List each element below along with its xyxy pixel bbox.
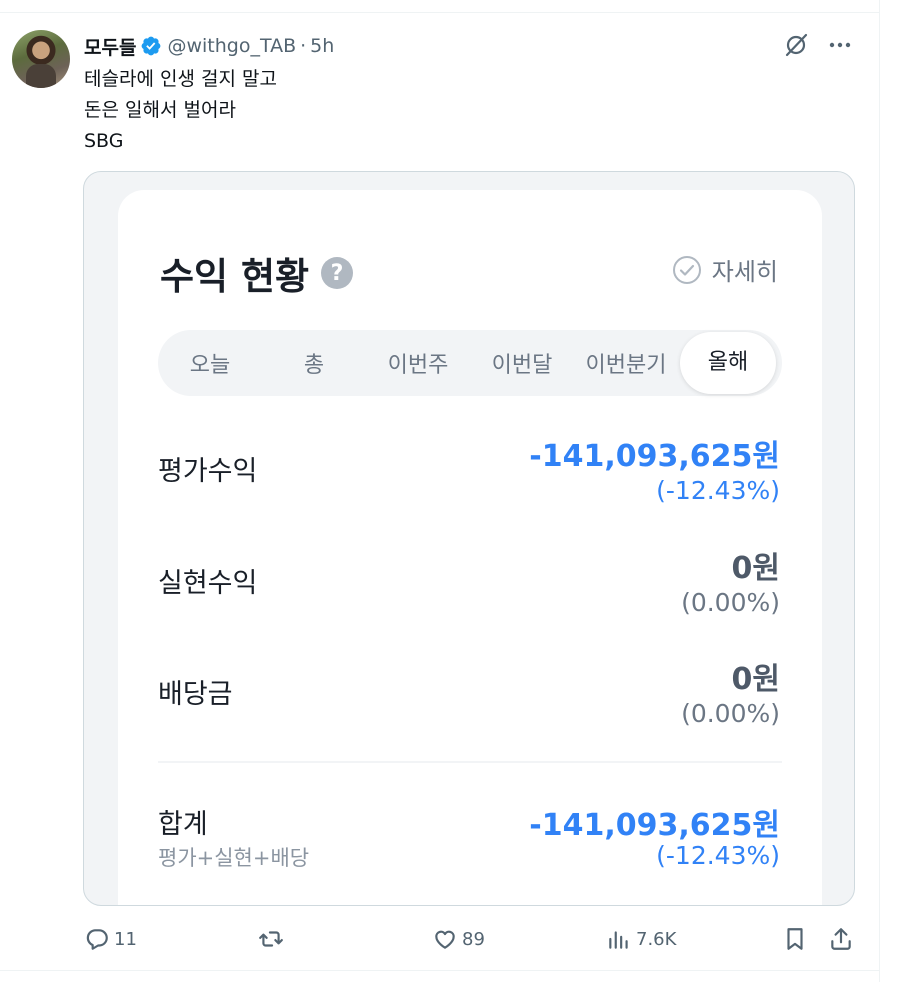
column-border	[879, 0, 880, 982]
tweet-header: 모두들 @withgo_TAB · 5h	[84, 33, 334, 59]
author-name[interactable]: 모두들	[84, 33, 136, 60]
card-divider	[158, 761, 782, 763]
total-label: 합계	[158, 809, 208, 840]
row-label-dividend: 배당금	[158, 679, 233, 710]
check-circle-icon	[672, 255, 702, 285]
help-icon: ?	[321, 257, 354, 289]
grok-slash-icon[interactable]	[783, 32, 809, 58]
like-count: 89	[462, 928, 485, 950]
period-tabs: 오늘 총 이번주 이번달 이번분기 올해	[158, 330, 782, 396]
bottom-divider	[0, 970, 879, 971]
share-button[interactable]	[828, 924, 854, 954]
tweet-actions: 11 89 7.6K	[84, 924, 854, 954]
total-pct: (-12.43%)	[656, 841, 780, 870]
row-value-realized: 0원	[731, 551, 780, 586]
tweet-line: SBG	[84, 130, 124, 152]
bookmark-button[interactable]	[782, 924, 808, 954]
tweet-media-image[interactable]: 수익 현황 ? 자세히 오늘 총 이번주 이번달 이번분기 올해 평가수익 -1…	[83, 171, 855, 906]
tab-this-quarter: 이번분기	[585, 353, 667, 378]
more-icon[interactable]	[827, 32, 853, 58]
bookmark-icon	[787, 928, 803, 950]
card-title: 수익 현황 ?	[160, 246, 354, 300]
profit-status-card: 수익 현황 ? 자세히 오늘 총 이번주 이번달 이번분기 올해 평가수익 -1…	[118, 190, 822, 905]
retweet-icon	[259, 931, 283, 947]
verified-badge-icon	[140, 35, 162, 57]
like-button[interactable]: 89	[432, 924, 485, 954]
row-label-realized: 실현수익	[158, 568, 258, 599]
card-title-text: 수익 현황	[160, 255, 310, 298]
tweet-line: 돈은 일해서 벌어라	[84, 99, 236, 121]
total-sublabel: 평가+실현+배당	[158, 846, 310, 870]
row-pct-realized: (0.00%)	[681, 588, 780, 617]
row-value-dividend: 0원	[731, 662, 780, 697]
reply-icon	[86, 929, 108, 950]
retweet-button[interactable]	[258, 924, 288, 954]
views-count: 7.6K	[636, 928, 677, 950]
total-value: -141,093,625원	[529, 808, 780, 843]
like-icon	[435, 930, 455, 949]
row-label-unrealized: 평가수익	[158, 456, 258, 487]
row-pct-unrealized: (-12.43%)	[656, 476, 780, 505]
tab-this-month: 이번달	[491, 353, 553, 378]
detail-label: 자세히	[711, 258, 778, 286]
tab-total: 총	[303, 353, 325, 378]
tab-this-week: 이번주	[387, 353, 449, 378]
author-handle[interactable]: @withgo_TAB	[167, 35, 296, 57]
tweet-time[interactable]: 5h	[310, 35, 334, 57]
share-icon	[831, 928, 851, 950]
tweet-text: 테슬라에 인생 걸지 말고 돈은 일해서 벌어라 SBG	[84, 64, 277, 157]
views-button[interactable]: 7.6K	[606, 924, 676, 954]
views-icon	[609, 931, 628, 949]
reply-button[interactable]: 11	[84, 924, 137, 954]
top-divider	[0, 12, 879, 13]
row-pct-dividend: (0.00%)	[681, 699, 780, 728]
separator-dot: ·	[300, 35, 307, 57]
tab-this-year: 올해	[680, 332, 776, 394]
author-avatar[interactable]	[12, 30, 70, 88]
tweet-line: 테슬라에 인생 걸지 말고	[84, 68, 277, 90]
tab-today: 오늘	[189, 353, 231, 378]
reply-count: 11	[114, 928, 137, 950]
detail-button: 자세히	[672, 252, 778, 287]
row-value-unrealized: -141,093,625원	[529, 439, 780, 474]
